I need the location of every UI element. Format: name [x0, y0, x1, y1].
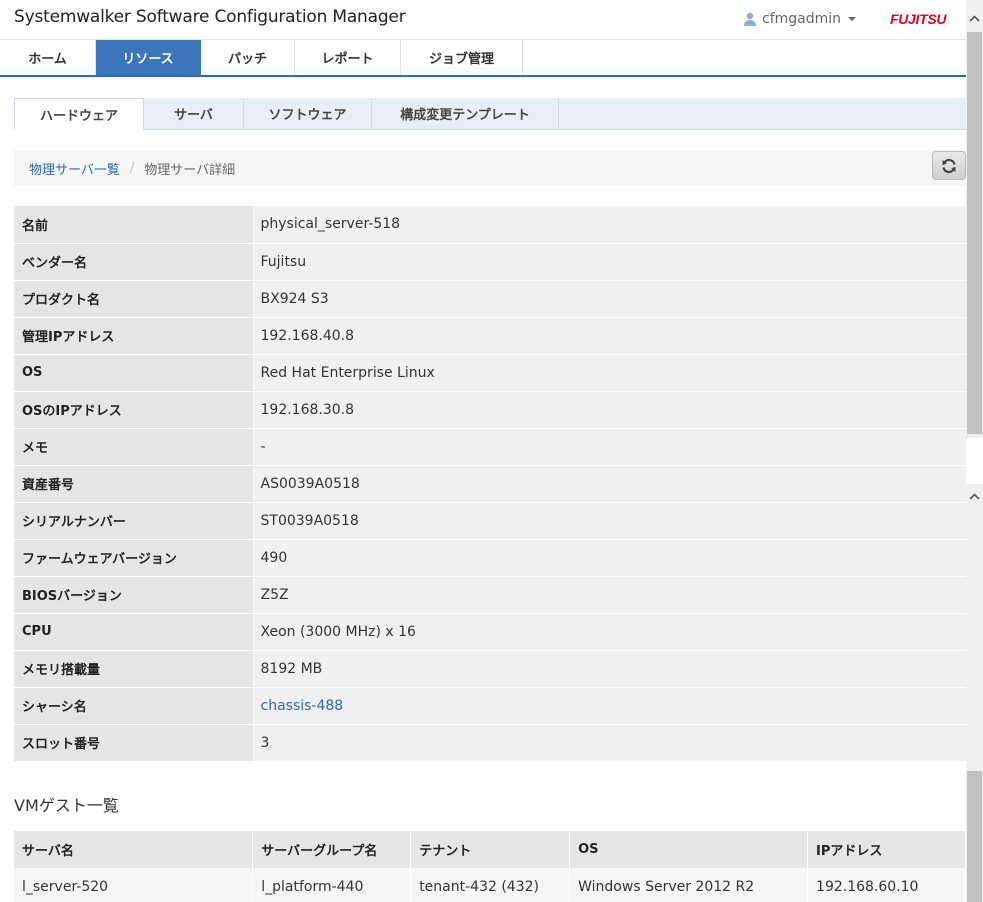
- vm-guest-list-title: VMゲスト一覧: [14, 796, 119, 815]
- detail-value: ST0039A0518: [252, 502, 966, 540]
- detail-row-memory: メモリ搭載量 8192 MB: [14, 650, 966, 688]
- detail-value: Xeon (3000 MHz) x 16: [252, 613, 966, 651]
- detail-row-firmware: ファームウェアバージョン 490: [14, 539, 966, 577]
- tab-patches[interactable]: パッチ: [201, 40, 295, 75]
- fujitsu-logo: FUJITSU: [890, 11, 947, 27]
- detail-label: スロット番号: [14, 724, 253, 762]
- detail-label: メモリ搭載量: [14, 650, 253, 688]
- column-header-server-name[interactable]: サーバ名: [14, 831, 254, 868]
- table-row[interactable]: l_server-520 l_platform-440 tenant-432 (…: [14, 868, 966, 902]
- tab-home[interactable]: ホーム: [0, 40, 96, 75]
- main-nav: ホーム リソース パッチ レポート ジョブ管理: [0, 40, 966, 77]
- refresh-button[interactable]: [932, 151, 966, 180]
- detail-value: Z5Z: [252, 576, 966, 614]
- tab-job-management[interactable]: ジョブ管理: [401, 40, 523, 75]
- tab-resources[interactable]: リソース: [96, 40, 201, 75]
- detail-label: シャーシ名: [14, 687, 253, 725]
- detail-row-memo: メモ -: [14, 428, 966, 466]
- detail-value: BX924 S3: [252, 280, 966, 318]
- vm-guest-table: サーバ名 サーバーグループ名 テナント OS IPアドレス l_server-5…: [14, 831, 966, 902]
- breadcrumb: 物理サーバ一覧 / 物理サーバ詳細: [14, 150, 966, 186]
- detail-value: 490: [252, 539, 966, 577]
- detail-label: 管理IPアドレス: [14, 317, 253, 355]
- detail-label: OS: [14, 354, 253, 392]
- subtab-change-templates[interactable]: 構成変更テンプレート: [372, 98, 559, 129]
- detail-value: chassis-488: [252, 687, 966, 725]
- breadcrumb-physical-server-list[interactable]: 物理サーバ一覧: [29, 159, 120, 178]
- chevron-up-icon[interactable]: [966, 488, 983, 505]
- app-title: Systemwalker Software Configuration Mana…: [14, 7, 406, 27]
- detail-label: メモ: [14, 428, 253, 466]
- detail-label: ファームウェアバージョン: [14, 539, 253, 577]
- detail-label: BIOSバージョン: [14, 576, 253, 614]
- detail-value: 192.168.40.8: [252, 317, 966, 355]
- refresh-icon: [942, 158, 956, 173]
- detail-label: シリアルナンバー: [14, 502, 253, 540]
- detail-value: Fujitsu: [252, 243, 966, 281]
- chevron-up-icon[interactable]: [966, 10, 983, 27]
- detail-value: 192.168.30.8: [252, 391, 966, 429]
- breadcrumb-separator: /: [129, 160, 135, 176]
- app-header: Systemwalker Software Configuration Mana…: [0, 0, 966, 40]
- table-cell: 192.168.60.10: [807, 868, 966, 902]
- detail-value: 3: [252, 724, 966, 762]
- subtab-hardware[interactable]: ハードウェア: [14, 98, 144, 130]
- detail-label: OSのIPアドレス: [14, 391, 253, 429]
- tab-reports[interactable]: レポート: [295, 40, 401, 75]
- detail-label: プロダクト名: [14, 280, 253, 318]
- subtab-software[interactable]: ソフトウェア: [244, 98, 372, 129]
- detail-row-os: OS Red Hat Enterprise Linux: [14, 354, 966, 392]
- detail-row-bios: BIOSバージョン Z5Z: [14, 576, 966, 614]
- detail-row-asset-number: 資産番号 AS0039A0518: [14, 465, 966, 503]
- detail-value: Red Hat Enterprise Linux: [252, 354, 966, 392]
- breadcrumb-current: 物理サーバ詳細: [144, 162, 236, 178]
- table-cell: l_platform-440: [252, 868, 412, 902]
- detail-row-os-ip: OSのIPアドレス 192.168.30.8: [14, 391, 966, 429]
- column-header-server-group[interactable]: サーバーグループ名: [252, 831, 412, 868]
- detail-label: 名前: [14, 206, 253, 244]
- detail-row-slot: スロット番号 3: [14, 724, 966, 762]
- scrollbar-upper[interactable]: [966, 0, 983, 438]
- scrollbar-thumb[interactable]: [967, 32, 982, 434]
- sub-nav: ハードウェア サーバ ソフトウェア 構成変更テンプレート: [14, 98, 966, 130]
- server-detail-table: 名前 physical_server-518 ベンダー名 Fujitsu プロダクト…: [14, 206, 966, 762]
- detail-row-vendor: ベンダー名 Fujitsu: [14, 243, 966, 281]
- subtab-servers[interactable]: サーバ: [144, 98, 244, 129]
- column-header-tenant[interactable]: テナント: [410, 831, 571, 868]
- table-header-row: サーバ名 サーバーグループ名 テナント OS IPアドレス: [14, 831, 966, 868]
- detail-row-name: 名前 physical_server-518: [14, 206, 966, 244]
- detail-label: 資産番号: [14, 465, 253, 503]
- column-header-ip-address[interactable]: IPアドレス: [807, 831, 966, 868]
- chassis-link[interactable]: chassis-488: [261, 698, 344, 714]
- detail-value: -: [252, 428, 966, 466]
- detail-row-serial-number: シリアルナンバー ST0039A0518: [14, 502, 966, 540]
- table-cell: tenant-432 (432): [410, 868, 571, 902]
- table-cell: l_server-520: [14, 868, 254, 902]
- detail-value: physical_server-518: [252, 206, 966, 244]
- user-menu[interactable]: cfmgadmin: [743, 11, 857, 27]
- detail-row-chassis: シャーシ名 chassis-488: [14, 687, 966, 725]
- table-cell: Windows Server 2012 R2: [569, 868, 809, 902]
- user-name: cfmgadmin: [762, 11, 842, 27]
- detail-row-admin-ip: 管理IPアドレス 192.168.40.8: [14, 317, 966, 355]
- user-icon: [744, 12, 756, 26]
- caret-down-icon: [848, 17, 857, 21]
- detail-row-product: プロダクト名 BX924 S3: [14, 280, 966, 318]
- detail-value: 8192 MB: [252, 650, 966, 688]
- column-header-os[interactable]: OS: [569, 831, 809, 868]
- detail-value: AS0039A0518: [252, 465, 966, 503]
- detail-label: ベンダー名: [14, 243, 253, 281]
- detail-row-cpu: CPU Xeon (3000 MHz) x 16: [14, 613, 966, 651]
- detail-label: CPU: [14, 613, 253, 651]
- scrollbar-lower[interactable]: [966, 484, 983, 902]
- scrollbar-thumb[interactable]: [967, 771, 982, 902]
